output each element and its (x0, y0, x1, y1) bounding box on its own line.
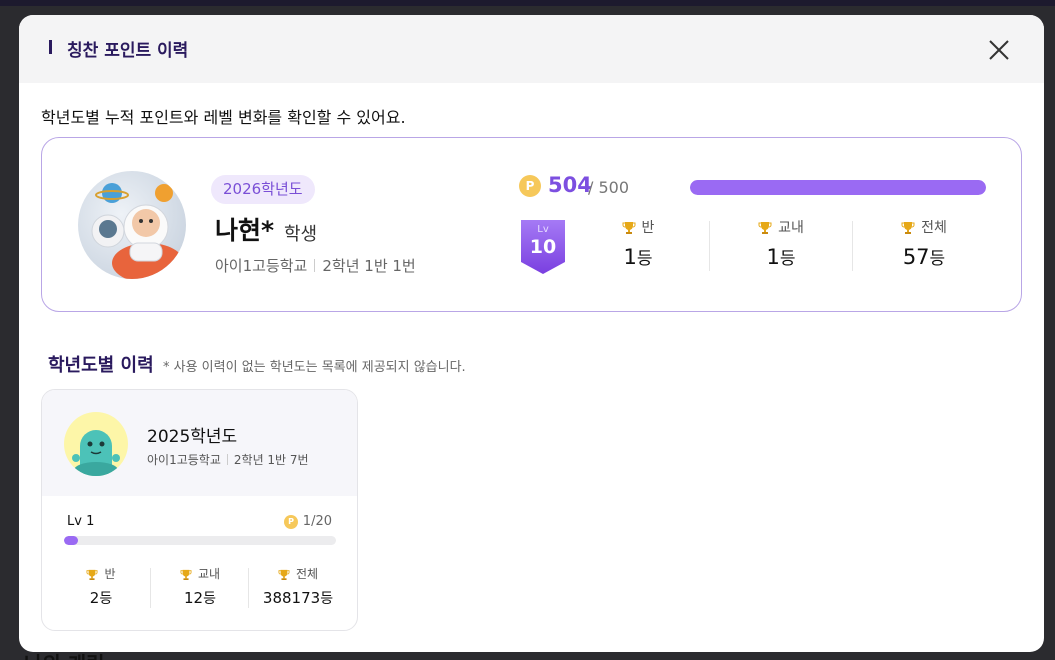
card-year: 2025학년도 (147, 427, 238, 447)
card-progress-bar (64, 536, 336, 545)
year-history-card[interactable]: 2025학년도 아이1고등학교 2학년 1반 7번 Lv 1 P 1/20 반 2… (41, 389, 358, 631)
divider (150, 568, 151, 608)
rank-unit: 등 (99, 591, 113, 607)
card-school-info: 아이1고등학교 2학년 1반 7번 (147, 451, 309, 468)
rank-value: 1 (623, 245, 637, 269)
modal-description: 학년도별 누적 포인트와 레벨 변화를 확인할 수 있어요. (41, 108, 406, 127)
trophy-icon (86, 569, 98, 580)
points-progress-bar (690, 180, 986, 195)
divider (852, 221, 853, 271)
rank-value: 12 (184, 589, 204, 607)
year-badge: 2026학년도 (211, 175, 315, 204)
trophy-icon (901, 222, 915, 234)
school-name: 아이1고등학교 (147, 453, 221, 467)
rank-unit: 등 (779, 249, 796, 269)
rank-label: 전체 (921, 220, 947, 236)
rank-label: 전체 (295, 567, 319, 581)
history-section-title: 학년도별 이력 (48, 355, 154, 376)
blob-character-icon (72, 430, 120, 476)
class-info: 2학년 1반 1번 (322, 257, 416, 275)
trophy-icon (758, 222, 772, 234)
rank-label: 교내 (197, 567, 221, 581)
rank-label: 반 (641, 220, 655, 236)
rank-value: 1 (766, 245, 780, 269)
school-name: 아이1고등학교 (215, 257, 308, 275)
student-name: 나현* (215, 216, 275, 245)
rank-unit: 등 (636, 249, 653, 269)
point-coin-icon: P (284, 515, 298, 529)
student-role: 학생 (284, 224, 318, 245)
avatar (78, 171, 186, 279)
modal-header: 칭찬 포인트 이력 (19, 15, 1044, 83)
rank-value: 57 (902, 245, 930, 269)
modal-title: 칭찬 포인트 이력 (67, 41, 189, 61)
rank-unit: 등 (203, 591, 216, 607)
rank-value: 2 (89, 589, 100, 607)
avatar (64, 412, 128, 476)
card-progress-fill (64, 536, 78, 545)
trophy-icon (622, 222, 636, 234)
top-bar (0, 0, 1055, 6)
card-rank-overall: 전체 388173등 (253, 566, 343, 608)
school-info: 아이1고등학교 2학년 1반 1번 (215, 255, 416, 276)
rank-label: 교내 (778, 220, 804, 236)
rank-unit: 등 (929, 249, 946, 269)
level-number: 10 (529, 236, 557, 258)
card-rank-school: 교내 12등 (155, 566, 245, 608)
class-info: 2학년 1반 7번 (233, 453, 309, 467)
points-max: / 500 (588, 178, 630, 197)
rank-class: 반 1등 (593, 218, 683, 269)
rank-label: 반 (104, 567, 116, 581)
year-card-header: 2025학년도 아이1고등학교 2학년 1반 7번 (42, 390, 357, 496)
current-profile-card: 2026학년도 나현* 학생 아이1고등학교 2학년 1반 1번 P 504 / … (41, 137, 1022, 312)
divider (709, 221, 710, 271)
history-note: * 사용 이력이 없는 학년도는 목록에 제공되지 않습니다. (163, 360, 466, 375)
rank-value: 388173 (262, 589, 321, 607)
points-current: 504 (548, 173, 592, 197)
astronaut-character-icon (91, 183, 184, 279)
title-accent-bar (49, 40, 52, 54)
card-rank-class: 반 2등 (56, 566, 146, 608)
divider (314, 259, 316, 272)
divider (248, 568, 249, 608)
close-button[interactable] (984, 35, 1014, 65)
close-icon (989, 40, 1009, 60)
points-progress-fill (690, 180, 986, 195)
point-history-modal: 칭찬 포인트 이력 학년도별 누적 포인트와 레벨 변화를 확인할 수 있어요. (19, 15, 1044, 652)
level-badge: Lv 10 (519, 218, 567, 275)
card-level: Lv 1 (67, 514, 95, 529)
rank-overall: 전체 57등 (879, 218, 969, 269)
point-coin-icon: P (519, 175, 541, 197)
card-points: 1/20 (302, 514, 332, 529)
rank-school: 교내 1등 (736, 218, 826, 269)
trophy-icon (180, 569, 192, 580)
trophy-icon (278, 569, 290, 580)
rank-unit: 등 (320, 591, 334, 607)
level-label: Lv (537, 224, 549, 235)
divider (226, 454, 228, 465)
